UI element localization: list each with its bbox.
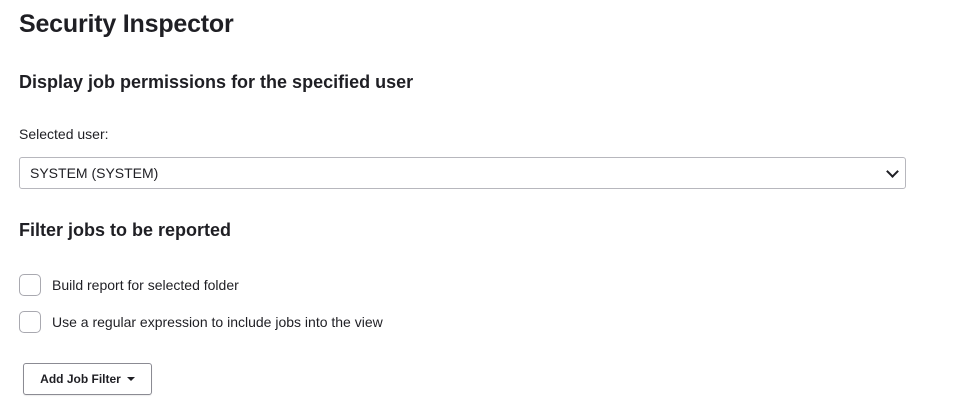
build-report-folder-label: Build report for selected folder xyxy=(52,277,239,293)
regex-include-option[interactable]: Use a regular expression to include jobs… xyxy=(19,311,383,333)
filter-section-heading: Filter jobs to be reported xyxy=(19,220,232,240)
caret-down-icon xyxy=(126,377,135,381)
build-report-folder-option[interactable]: Build report for selected folder xyxy=(19,274,239,296)
selected-user-value: SYSTEM (SYSTEM) xyxy=(30,165,159,181)
regex-include-checkbox[interactable] xyxy=(19,311,41,333)
add-job-filter-label: Add Job Filter xyxy=(40,372,121,386)
selected-user-select[interactable]: SYSTEM (SYSTEM) xyxy=(19,157,906,189)
regex-include-label: Use a regular expression to include jobs… xyxy=(52,314,383,330)
security-inspector-page: Security Inspector Display job permissio… xyxy=(0,0,954,404)
build-report-folder-checkbox[interactable] xyxy=(19,274,41,296)
chevron-down-icon xyxy=(886,165,899,178)
page-title: Security Inspector xyxy=(19,10,234,38)
add-job-filter-button[interactable]: Add Job Filter xyxy=(23,363,152,395)
permissions-section-heading: Display job permissions for the specifie… xyxy=(19,72,414,92)
selected-user-label: Selected user: xyxy=(19,126,109,142)
